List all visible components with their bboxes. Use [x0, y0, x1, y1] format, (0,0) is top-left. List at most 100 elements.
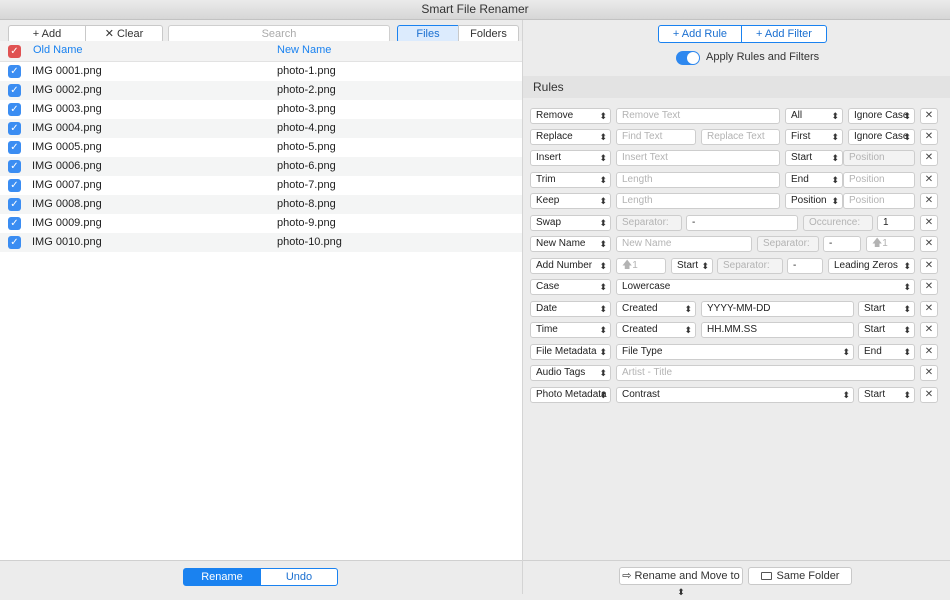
- table-row[interactable]: ✓ IMG 0001.png photo-1.png: [0, 62, 522, 81]
- new-name-cell: photo-9.png: [277, 217, 336, 229]
- rule-type-select[interactable]: Date: [530, 301, 611, 317]
- old-name-header[interactable]: Old Name: [33, 44, 83, 56]
- undo-button[interactable]: Undo: [260, 568, 338, 586]
- rule-type-select[interactable]: Keep: [530, 193, 611, 209]
- row-checkbox[interactable]: ✓: [8, 65, 21, 78]
- table-row[interactable]: ✓ IMG 0006.png photo-6.png: [0, 157, 522, 176]
- rule-type-select[interactable]: Replace: [530, 129, 611, 145]
- rule-type-select[interactable]: Case: [530, 279, 611, 295]
- row-checkbox[interactable]: ✓: [8, 236, 21, 249]
- scope-select[interactable]: First: [785, 129, 843, 145]
- case-select[interactable]: Lowercase: [616, 279, 915, 295]
- position-input[interactable]: Position: [843, 193, 915, 209]
- table-row[interactable]: ✓ IMG 0008.png photo-8.png: [0, 195, 522, 214]
- separator-input[interactable]: -: [823, 236, 861, 252]
- apply-toggle[interactable]: [676, 51, 700, 65]
- length-input[interactable]: Length: [616, 193, 780, 209]
- rule-type-select[interactable]: Remove: [530, 108, 611, 124]
- add-filter-button[interactable]: + Add Filter: [741, 25, 827, 43]
- position-input[interactable]: Position: [843, 150, 915, 166]
- rule-type-select[interactable]: Swap: [530, 215, 611, 231]
- where-select[interactable]: End: [785, 172, 843, 188]
- select-all-checkbox[interactable]: ✓: [8, 45, 21, 58]
- remove-rule-icon[interactable]: ✕: [920, 108, 938, 124]
- new-name-header[interactable]: New Name: [277, 44, 331, 56]
- where-select[interactable]: End: [858, 344, 915, 360]
- row-checkbox[interactable]: ✓: [8, 198, 21, 211]
- separator-input[interactable]: -: [787, 258, 823, 274]
- row-checkbox[interactable]: ✓: [8, 103, 21, 116]
- row-checkbox[interactable]: ✓: [8, 122, 21, 135]
- row-checkbox[interactable]: ✓: [8, 179, 21, 192]
- rule-type-select[interactable]: Trim: [530, 172, 611, 188]
- table-row[interactable]: ✓ IMG 0007.png photo-7.png: [0, 176, 522, 195]
- position-input[interactable]: Position: [843, 172, 915, 188]
- start-number-input[interactable]: 🡅1: [616, 258, 666, 274]
- rule-type-select[interactable]: Photo Metadata: [530, 387, 611, 403]
- where-select[interactable]: Start: [785, 150, 843, 166]
- rule-type-select[interactable]: Insert: [530, 150, 611, 166]
- rule-type-select[interactable]: Audio Tags: [530, 365, 611, 381]
- where-select[interactable]: Start: [858, 301, 915, 317]
- where-select[interactable]: Start: [671, 258, 713, 274]
- date-source-select[interactable]: Created: [616, 301, 696, 317]
- find-text-input[interactable]: Find Text: [616, 129, 696, 145]
- separator-input[interactable]: -: [686, 215, 798, 231]
- case-select[interactable]: Ignore Case: [848, 129, 915, 145]
- where-select[interactable]: Start: [858, 387, 915, 403]
- table-row[interactable]: ✓ IMG 0005.png photo-5.png: [0, 138, 522, 157]
- remove-rule-icon[interactable]: ✕: [920, 193, 938, 209]
- where-select[interactable]: Position: [785, 193, 843, 209]
- table-row[interactable]: ✓ IMG 0010.png photo-10.png: [0, 233, 522, 252]
- plus-icon: +: [756, 28, 765, 40]
- rule-type-select[interactable]: New Name: [530, 236, 611, 252]
- remove-rule-icon[interactable]: ✕: [920, 365, 938, 381]
- remove-rule-icon[interactable]: ✕: [920, 322, 938, 338]
- rule-type-select[interactable]: Add Number: [530, 258, 611, 274]
- new-name-input[interactable]: New Name: [616, 236, 752, 252]
- row-checkbox[interactable]: ✓: [8, 84, 21, 97]
- occurence-input[interactable]: 1: [877, 215, 915, 231]
- table-row[interactable]: ✓ IMG 0002.png photo-2.png: [0, 81, 522, 100]
- remove-text-input[interactable]: Remove Text: [616, 108, 780, 124]
- remove-rule-icon[interactable]: ✕: [920, 150, 938, 166]
- table-row[interactable]: ✓ IMG 0003.png photo-3.png: [0, 100, 522, 119]
- length-input[interactable]: Length: [616, 172, 780, 188]
- new-name-cell: photo-5.png: [277, 141, 336, 153]
- chevron-updown-icon: ⬍: [677, 587, 685, 597]
- time-format-input[interactable]: HH.MM.SS: [701, 322, 854, 338]
- remove-rule-icon[interactable]: ✕: [920, 215, 938, 231]
- case-select[interactable]: Ignore Case: [848, 108, 915, 124]
- remove-rule-icon[interactable]: ✕: [920, 344, 938, 360]
- table-row[interactable]: ✓ IMG 0009.png photo-9.png: [0, 214, 522, 233]
- plus-icon: +: [672, 28, 682, 40]
- add-rule-button[interactable]: + Add Rule: [658, 25, 742, 43]
- time-source-select[interactable]: Created: [616, 322, 696, 338]
- rule-type-select[interactable]: Time: [530, 322, 611, 338]
- remove-rule-icon[interactable]: ✕: [920, 172, 938, 188]
- insert-text-input[interactable]: Insert Text: [616, 150, 780, 166]
- remove-rule-icon[interactable]: ✕: [920, 301, 938, 317]
- photo-field-select[interactable]: Contrast: [616, 387, 854, 403]
- table-row[interactable]: ✓ IMG 0004.png photo-4.png: [0, 119, 522, 138]
- remove-rule-icon[interactable]: ✕: [920, 387, 938, 403]
- row-checkbox[interactable]: ✓: [8, 160, 21, 173]
- date-format-input[interactable]: YYYY-MM-DD: [701, 301, 854, 317]
- rename-button[interactable]: Rename: [183, 568, 261, 586]
- start-number-input[interactable]: 🡅1: [866, 236, 915, 252]
- row-checkbox[interactable]: ✓: [8, 141, 21, 154]
- folder-button[interactable]: Same Folder: [748, 567, 852, 585]
- scope-select[interactable]: All: [785, 108, 843, 124]
- replace-text-input[interactable]: Replace Text: [701, 129, 780, 145]
- remove-rule-icon[interactable]: ✕: [920, 236, 938, 252]
- rename-move-select[interactable]: ⇨ Rename and Move to ⬍: [619, 567, 743, 597]
- rule-type-select[interactable]: File Metadata: [530, 344, 611, 360]
- row-checkbox[interactable]: ✓: [8, 217, 21, 230]
- metadata-field-select[interactable]: File Type: [616, 344, 854, 360]
- remove-rule-icon[interactable]: ✕: [920, 279, 938, 295]
- where-select[interactable]: Start: [858, 322, 915, 338]
- audio-format-input[interactable]: Artist - Title: [616, 365, 915, 381]
- leading-zeros-select[interactable]: Leading Zeros: [828, 258, 915, 274]
- remove-rule-icon[interactable]: ✕: [920, 258, 938, 274]
- remove-rule-icon[interactable]: ✕: [920, 129, 938, 145]
